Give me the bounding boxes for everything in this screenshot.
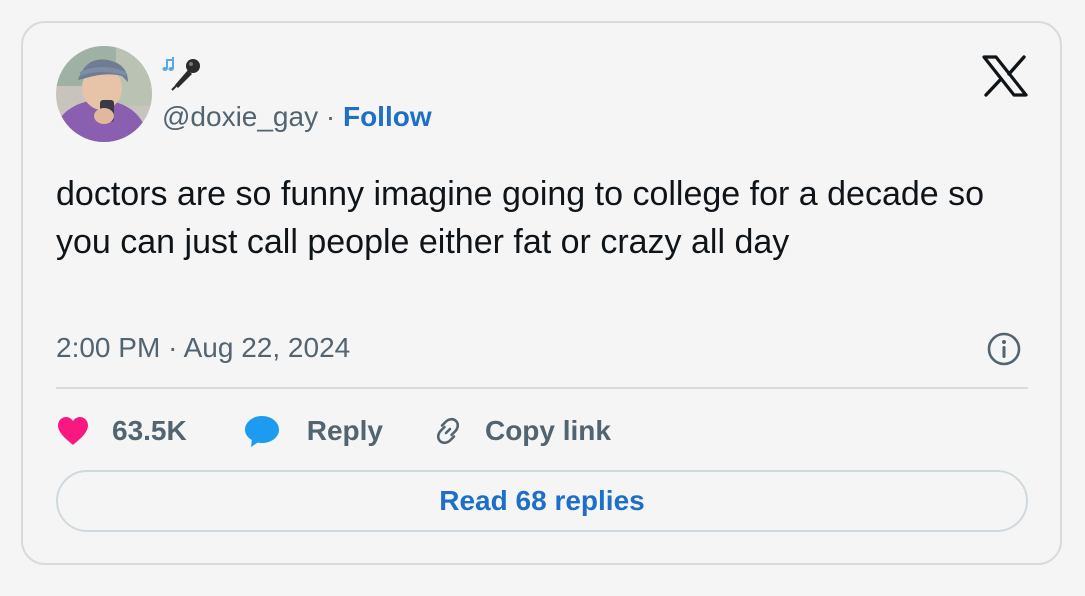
avatar[interactable] — [56, 46, 152, 142]
reply-button[interactable]: Reply — [243, 414, 383, 448]
x-logo-icon[interactable] — [982, 55, 1028, 97]
speech-bubble-icon — [244, 416, 279, 447]
reply-label: Reply — [306, 415, 383, 446]
tweet-date: Aug 22, 2024 — [183, 332, 351, 363]
tweet-time: 2:00 PM — [56, 332, 161, 363]
copy-link-button[interactable]: Copy link — [431, 414, 611, 448]
info-icon[interactable] — [986, 331, 1022, 367]
timestamp[interactable]: 2:00 PM · Aug 22, 2024 — [56, 330, 350, 366]
display-name[interactable] — [162, 53, 204, 93]
read-replies-button[interactable]: Read 68 replies — [56, 470, 1028, 532]
like-count: 63.5K — [112, 415, 187, 446]
avatar-image — [56, 46, 152, 142]
handle-separator: · — [325, 101, 336, 132]
tweet-text: doctors are so funny imagine going to co… — [56, 175, 985, 261]
divider — [56, 387, 1028, 389]
link-icon — [436, 417, 460, 445]
music-notes-microphone-icon — [162, 57, 200, 91]
date-separator: · — [168, 332, 178, 363]
action-bar: 63.5K Reply Copy link — [56, 411, 611, 451]
like-button[interactable]: 63.5K — [56, 415, 187, 447]
follow-button[interactable]: Follow — [343, 101, 432, 132]
heart-icon — [58, 417, 88, 445]
tweet-card: @doxie_gay · Follow doctors are so funny… — [21, 21, 1062, 565]
copy-link-label: Copy link — [484, 415, 611, 446]
handle-row: @doxie_gay · Follow — [162, 99, 432, 135]
user-handle[interactable]: @doxie_gay — [162, 101, 318, 132]
